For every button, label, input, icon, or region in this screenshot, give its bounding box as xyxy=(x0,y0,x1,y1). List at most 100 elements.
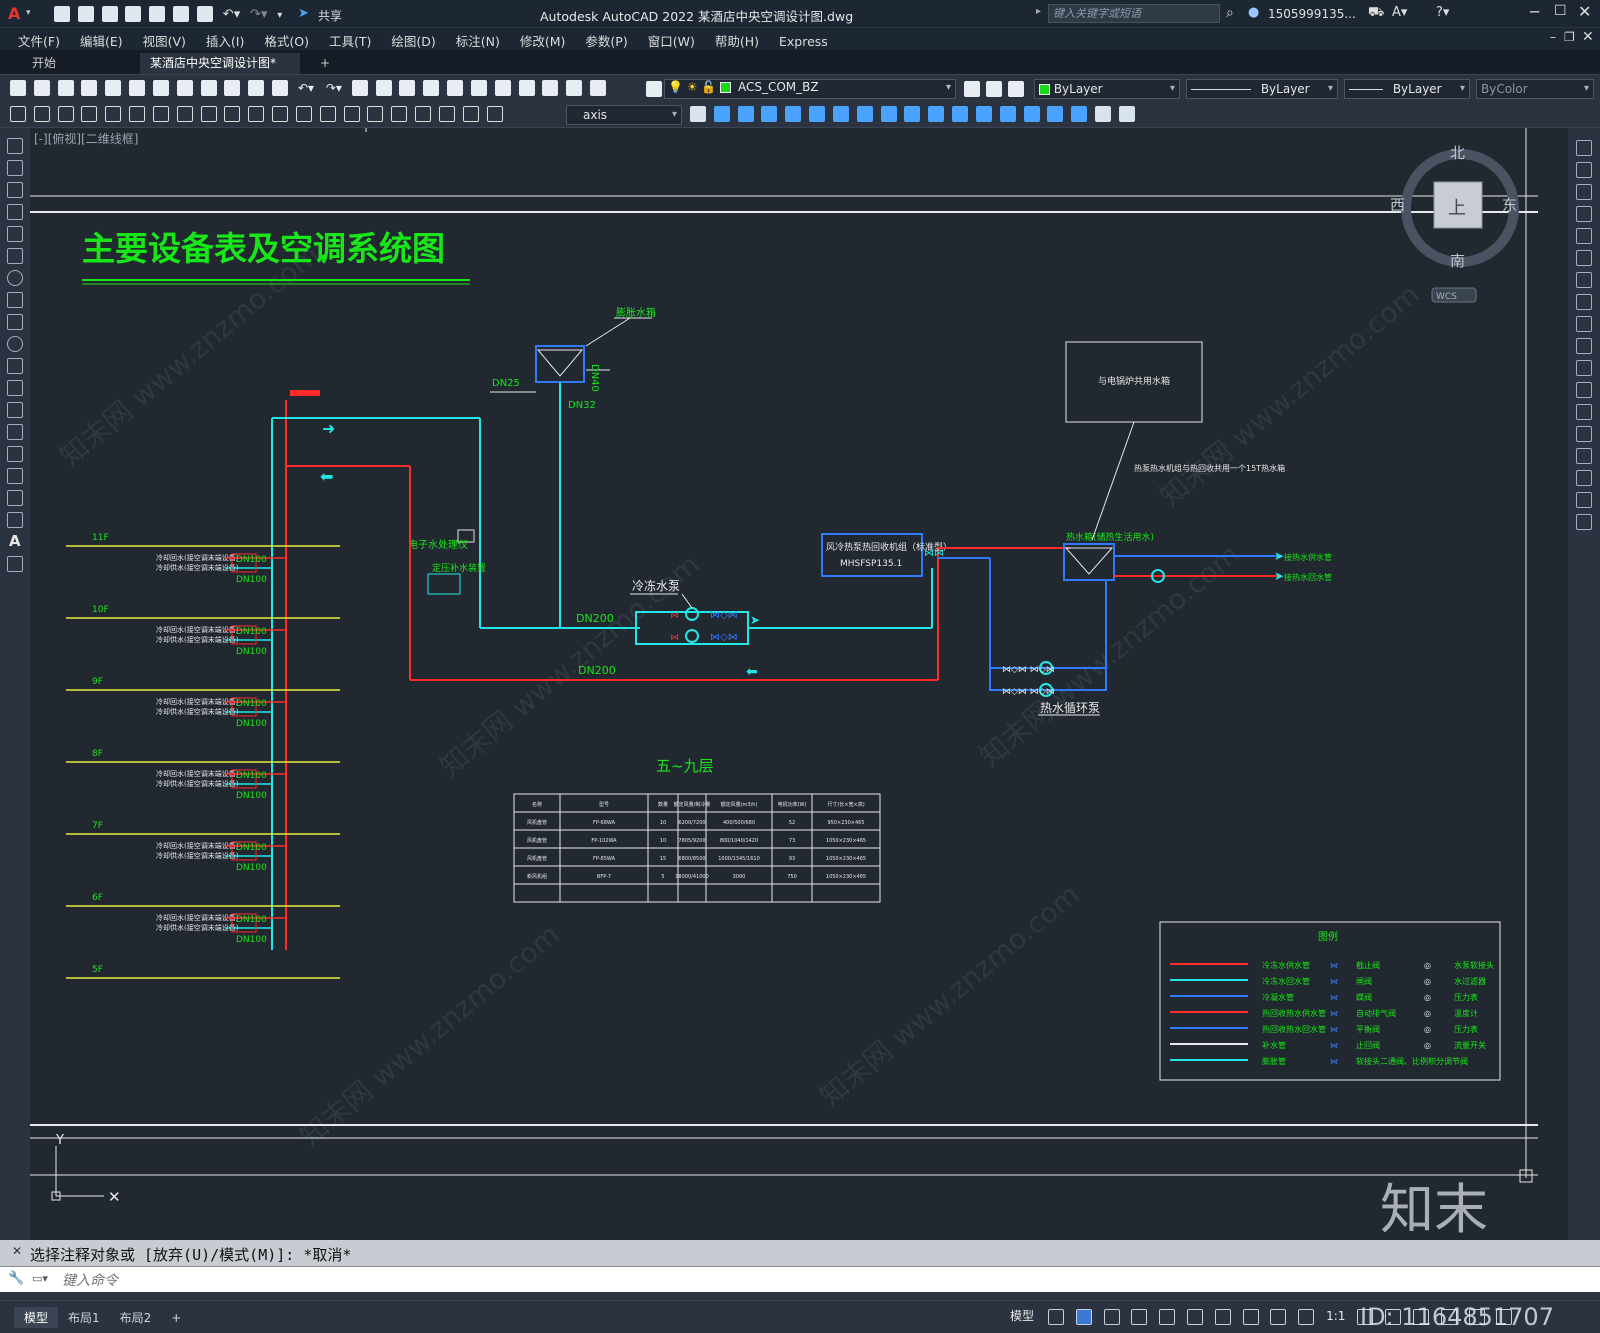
line-icon[interactable] xyxy=(7,138,23,154)
tolerance-icon[interactable] xyxy=(343,106,360,122)
ellipse-arc-icon[interactable] xyxy=(7,358,23,374)
expand-search-icon[interactable]: ▸ xyxy=(1036,6,1041,17)
plotstyle-dropdown[interactable]: ByColor ▾ xyxy=(1476,79,1594,99)
user-icon[interactable]: ● xyxy=(1248,5,1259,20)
command-wrench-icon[interactable]: 🔧 xyxy=(8,1271,24,1286)
arc-icon[interactable] xyxy=(7,248,23,264)
help-icon[interactable]: ?▾ xyxy=(1436,5,1449,20)
explode-side-icon[interactable] xyxy=(1576,514,1592,530)
break-icon[interactable] xyxy=(975,106,992,122)
draw-order-icon[interactable] xyxy=(1095,106,1112,122)
layer-thaw-icon[interactable]: ☀ xyxy=(687,80,698,94)
properties-icon[interactable] xyxy=(447,80,464,96)
fillet-icon[interactable] xyxy=(1047,106,1064,122)
doc-restore-icon[interactable]: ❐ xyxy=(1564,30,1575,44)
chamfer-icon[interactable] xyxy=(1023,106,1040,122)
rotate-icon[interactable] xyxy=(856,106,873,122)
pressure-device[interactable] xyxy=(427,573,461,595)
doc-minimize-icon[interactable]: – xyxy=(1550,30,1556,44)
arc-length-icon[interactable] xyxy=(81,106,98,122)
menu-item-5[interactable]: 工具(T) xyxy=(329,31,371,50)
offset-side-icon[interactable] xyxy=(1576,206,1592,222)
qnew-icon[interactable] xyxy=(10,80,26,96)
rotate-side-icon[interactable] xyxy=(1576,272,1592,288)
dimstyle-manager-icon[interactable] xyxy=(690,106,706,122)
layer-chevron-icon[interactable]: ▾ xyxy=(946,82,951,93)
new-tab-button[interactable]: + xyxy=(310,53,340,74)
save-as-icon[interactable] xyxy=(125,6,142,22)
viewport-controls[interactable]: [-][俯视][二维线框] xyxy=(34,130,138,147)
design-center-icon[interactable] xyxy=(470,80,487,96)
layer-on-icon[interactable]: 💡 xyxy=(668,80,683,94)
paste-icon[interactable] xyxy=(224,80,241,96)
calculator-icon[interactable] xyxy=(566,80,583,96)
blend-side-icon[interactable] xyxy=(1576,492,1592,508)
trim-icon[interactable] xyxy=(928,106,945,122)
drawing-svg[interactable]: 知末网 www.znzmo.com 知末网 www.znzmo.com 知末网 … xyxy=(30,128,1568,1240)
region-icon[interactable] xyxy=(7,490,23,506)
add-selected-icon[interactable] xyxy=(7,556,23,572)
angular-icon[interactable] xyxy=(200,106,217,122)
doc-close-icon[interactable]: ✕ xyxy=(1582,29,1594,45)
menu-item-4[interactable]: 格式(O) xyxy=(264,31,309,50)
viewcube-south[interactable]: 南 xyxy=(1450,252,1465,270)
command-recent-icon[interactable]: ▭▾ xyxy=(32,1272,48,1285)
qdim-icon[interactable] xyxy=(10,106,26,122)
menu-item-7[interactable]: 标注(N) xyxy=(456,31,500,50)
tab-start[interactable]: 开始 xyxy=(22,53,66,74)
revcloud-icon[interactable] xyxy=(7,292,23,308)
3d-print-icon[interactable] xyxy=(152,80,169,96)
offset-icon[interactable] xyxy=(785,106,802,122)
annotation-scale[interactable]: 1:1 xyxy=(1326,1309,1345,1323)
layer-dropdown[interactable]: 💡 ☀ 🔓 ACS_COM_BZ ▾ xyxy=(664,79,956,99)
snap-icon[interactable] xyxy=(1075,1308,1092,1325)
viewcube[interactable]: 上 北 南 西 东 WCS xyxy=(1390,144,1519,303)
print-icon[interactable] xyxy=(196,6,213,22)
break-point-icon[interactable] xyxy=(1576,382,1592,398)
menu-item-12[interactable]: Express xyxy=(779,34,828,49)
dimstyle-chevron-icon[interactable]: ▾ xyxy=(672,106,677,124)
bring-front-icon[interactable] xyxy=(1118,106,1135,122)
dim-break-icon[interactable] xyxy=(319,106,336,122)
user-name[interactable]: 1505999135... xyxy=(1268,7,1356,21)
plotstyle-chevron-icon[interactable]: ▾ xyxy=(1584,80,1589,98)
layer-unlock-icon[interactable]: 🔓 xyxy=(701,80,716,94)
construction-line-icon[interactable] xyxy=(7,160,23,176)
menu-item-8[interactable]: 修改(M) xyxy=(520,31,566,50)
redo-toolbar-icon[interactable]: ↷▾ xyxy=(326,81,342,95)
model-space-button[interactable]: 模型 xyxy=(1010,1309,1034,1323)
wcs-label[interactable]: WCS xyxy=(1436,292,1457,302)
menu-item-2[interactable]: 视图(V) xyxy=(143,31,186,50)
object-snap-track-icon[interactable] xyxy=(1186,1308,1203,1325)
lineweight-dropdown[interactable]: ByLayer ▾ xyxy=(1344,79,1470,99)
menu-item-11[interactable]: 帮助(H) xyxy=(715,31,759,50)
search-input[interactable]: 键入关键字或短语 xyxy=(1048,4,1220,23)
ellipse-icon[interactable] xyxy=(7,336,23,352)
color-chevron-icon[interactable]: ▾ xyxy=(1170,80,1175,98)
point-icon[interactable] xyxy=(7,424,23,440)
polar-icon[interactable] xyxy=(1131,1308,1148,1325)
baseline-icon[interactable] xyxy=(248,106,265,122)
web-mobile-icon[interactable] xyxy=(149,6,166,22)
explode-icon[interactable] xyxy=(1071,106,1088,122)
break-side-icon[interactable] xyxy=(1576,404,1592,420)
layout-tab-3[interactable]: + xyxy=(161,1309,191,1327)
scale-icon[interactable] xyxy=(880,106,897,122)
ordinate-icon[interactable] xyxy=(105,106,122,122)
minimize-icon[interactable]: ─ xyxy=(1530,3,1539,21)
match-prop-icon[interactable] xyxy=(248,80,265,96)
color-dropdown[interactable]: ByLayer ▾ xyxy=(1034,79,1180,99)
tool-palettes-icon[interactable] xyxy=(494,80,511,96)
layer-manager-icon[interactable] xyxy=(646,81,662,97)
ortho-icon[interactable] xyxy=(1103,1308,1120,1325)
block-editor-icon[interactable] xyxy=(272,80,289,96)
mtext-icon[interactable]: A xyxy=(9,532,21,550)
jogged-icon[interactable] xyxy=(152,106,169,122)
stretch-side-icon[interactable] xyxy=(1576,316,1592,332)
menu-item-3[interactable]: 插入(I) xyxy=(206,31,244,50)
menu-item-10[interactable]: 窗口(W) xyxy=(648,31,695,50)
tab-document[interactable]: 某酒店中央空调设计图* ✕ xyxy=(140,53,300,91)
pan-icon[interactable] xyxy=(351,80,368,96)
scale-side-icon[interactable] xyxy=(1576,294,1592,310)
jogged-linear-icon[interactable] xyxy=(415,106,432,122)
